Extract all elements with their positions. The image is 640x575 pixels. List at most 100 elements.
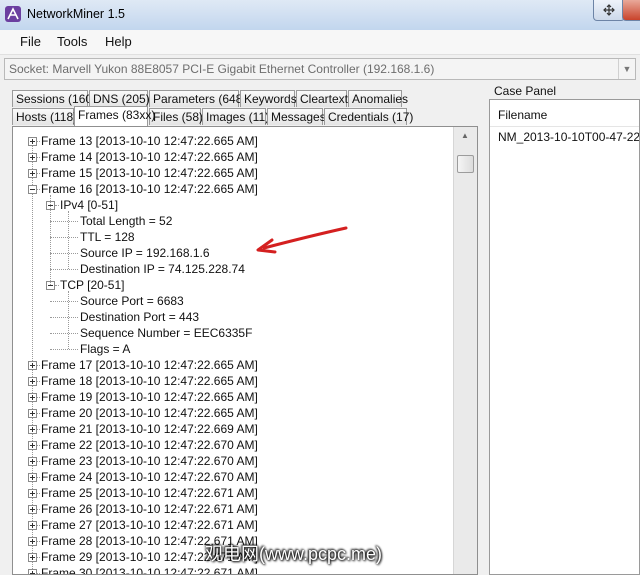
tree-node-label: Frame 19 [2013-10-10 12:47:22.665 AM]	[41, 390, 258, 404]
tree-connector-line	[50, 195, 51, 285]
tree-connector-line	[37, 173, 40, 174]
frame-node[interactable]: Frame 22 [2013-10-10 12:47:22.670 AM]	[41, 437, 258, 453]
frame-node[interactable]: Frame 20 [2013-10-10 12:47:22.665 AM]	[41, 405, 258, 421]
tab-anomalies[interactable]: Anomalies	[348, 90, 408, 107]
case-panel-file-list[interactable]: Filename NM_2013-10-10T00-47-22.pcap	[489, 99, 640, 575]
tree-node-label: Frame 15 [2013-10-10 12:47:22.665 AM]	[41, 166, 258, 180]
expand-plus-icon[interactable]	[28, 505, 37, 514]
expand-plus-icon[interactable]	[28, 361, 37, 370]
tab-messages[interactable]: Messages	[267, 108, 326, 125]
expand-plus-icon[interactable]	[28, 441, 37, 450]
expand-plus-icon[interactable]	[28, 457, 37, 466]
column-header-filename[interactable]: Filename	[498, 108, 547, 122]
expand-plus-icon[interactable]	[28, 425, 37, 434]
tab-dns[interactable]: DNS (205)	[89, 90, 150, 107]
case-panel-title: Case Panel	[494, 84, 557, 98]
expand-plus-icon[interactable]	[28, 537, 37, 546]
expand-plus-icon[interactable]	[28, 521, 37, 530]
collapse-minus-icon[interactable]	[28, 185, 37, 194]
tab-credentials[interactable]: Credentials (17)	[324, 108, 413, 125]
frame-node[interactable]: Frame 21 [2013-10-10 12:47:22.669 AM]	[41, 421, 258, 437]
expand-plus-icon[interactable]	[28, 553, 37, 562]
tree-node-label: Frame 24 [2013-10-10 12:47:22.670 AM]	[41, 470, 258, 484]
field-node[interactable]: Source Port = 6683	[80, 293, 184, 309]
tree-node-label: Sequence Number = EEC6335F	[80, 326, 253, 340]
tree-node-label: Frame 27 [2013-10-10 12:47:22.671 AM]	[41, 518, 258, 532]
menu-tools[interactable]: Tools	[57, 34, 87, 49]
tab-parameters[interactable]: Parameters (648)	[149, 90, 246, 107]
networkminer-app-icon	[5, 6, 21, 22]
expand-plus-icon[interactable]	[28, 409, 37, 418]
expand-plus-icon[interactable]	[28, 153, 37, 162]
tab-sessions[interactable]: Sessions (160)	[12, 90, 96, 107]
expand-plus-icon[interactable]	[28, 137, 37, 146]
tree-node-label: Frame 26 [2013-10-10 12:47:22.671 AM]	[41, 502, 258, 516]
field-node[interactable]: Destination IP = 74.125.228.74	[80, 261, 245, 277]
case-file-item[interactable]: NM_2013-10-10T00-47-22.pcap	[498, 130, 639, 144]
field-node[interactable]: Total Length = 52	[80, 213, 172, 229]
expand-plus-icon[interactable]	[28, 473, 37, 482]
frame-node[interactable]: Frame 25 [2013-10-10 12:47:22.671 AM]	[41, 485, 258, 501]
tree-connector-line	[37, 413, 40, 414]
frame-node[interactable]: Frame 24 [2013-10-10 12:47:22.670 AM]	[41, 469, 258, 485]
chevron-down-icon[interactable]: ▼	[618, 59, 635, 79]
vertical-scrollbar[interactable]: ▲	[453, 127, 477, 574]
frame-node[interactable]: Frame 14 [2013-10-10 12:47:22.665 AM]	[41, 149, 258, 165]
menu-file[interactable]: File	[20, 34, 41, 49]
expand-plus-icon[interactable]	[28, 169, 37, 178]
scroll-up-arrow-icon[interactable]: ▲	[456, 129, 474, 143]
frame-node[interactable]: Frame 16 [2013-10-10 12:47:22.665 AM]	[41, 181, 258, 197]
tab-hosts[interactable]: Hosts (118)	[12, 108, 77, 125]
frame-node[interactable]: Frame 19 [2013-10-10 12:47:22.665 AM]	[41, 389, 258, 405]
menu-help[interactable]: Help	[105, 34, 132, 49]
tab-files[interactable]: Files (58)	[149, 108, 203, 125]
tree-connector-line	[37, 541, 40, 542]
expand-plus-icon[interactable]	[28, 377, 37, 386]
frame-node[interactable]: Frame 27 [2013-10-10 12:47:22.671 AM]	[41, 517, 258, 533]
protocol-node[interactable]: TCP [20-51]	[60, 277, 124, 293]
tree-connector-line	[55, 205, 59, 206]
case-panel-header: Filename	[490, 100, 639, 127]
scrollbar-thumb[interactable]	[457, 155, 474, 173]
frames-tree-view[interactable]: Frame 13 [2013-10-10 12:47:22.665 AM] Fra…	[12, 126, 478, 575]
frame-node[interactable]: Frame 30 [2013-10-10 12:47:22.671 AM]	[41, 565, 258, 574]
tree-node-label: Flags = A	[80, 342, 131, 356]
field-node[interactable]: Flags = A	[80, 341, 130, 357]
tree-connector-line	[50, 253, 78, 254]
tree-connector-line	[37, 477, 40, 478]
tree-connector-line	[37, 573, 40, 574]
tab-frames[interactable]: Frames (83xx)	[74, 106, 155, 126]
tree-connector-line	[55, 285, 59, 286]
tree-connector-line	[68, 291, 69, 349]
tree-node-label: Frame 16 [2013-10-10 12:47:22.665 AM]	[41, 182, 258, 196]
socket-dropdown[interactable]: Socket: Marvell Yukon 88E8057 PCI-E Giga…	[4, 58, 636, 80]
tree-connector-line	[37, 445, 40, 446]
close-button[interactable]	[622, 0, 640, 21]
tree-connector-line	[37, 461, 40, 462]
tab-cleartext[interactable]: Cleartext	[296, 90, 348, 107]
field-node[interactable]: Destination Port = 443	[80, 309, 199, 325]
menu-bar: File Tools Help	[0, 30, 640, 55]
field-node[interactable]: Source IP = 192.168.1.6	[80, 245, 210, 261]
frame-node[interactable]: Frame 15 [2013-10-10 12:47:22.665 AM]	[41, 165, 258, 181]
frame-node[interactable]: Frame 23 [2013-10-10 12:47:22.670 AM]	[41, 453, 258, 469]
tab-keywords[interactable]: Keywords	[240, 90, 297, 107]
field-node[interactable]: TTL = 128	[80, 229, 135, 245]
frame-node[interactable]: Frame 18 [2013-10-10 12:47:22.665 AM]	[41, 373, 258, 389]
tree-node-label: IPv4 [0-51]	[60, 198, 119, 212]
expand-plus-icon[interactable]	[28, 489, 37, 498]
expand-plus-icon[interactable]	[28, 393, 37, 402]
tab-images[interactable]: Images (11)	[202, 108, 269, 125]
frame-node[interactable]: Frame 13 [2013-10-10 12:47:22.665 AM]	[41, 133, 258, 149]
tree-node-label: Frame 21 [2013-10-10 12:47:22.669 AM]	[41, 422, 258, 436]
tree-node-label: Source IP = 192.168.1.6	[80, 246, 210, 260]
field-node[interactable]: Sequence Number = EEC6335F	[80, 325, 252, 341]
frame-node[interactable]: Frame 26 [2013-10-10 12:47:22.671 AM]	[41, 501, 258, 517]
maximize-button[interactable]	[593, 0, 625, 21]
expand-plus-icon[interactable]	[28, 569, 37, 574]
frame-node[interactable]: Frame 17 [2013-10-10 12:47:22.665 AM]	[41, 357, 258, 373]
tree-connector-line	[50, 269, 78, 270]
tree-node-label: Total Length = 52	[80, 214, 173, 228]
tree-connector-line	[37, 189, 40, 190]
tree-connector-line	[37, 397, 40, 398]
